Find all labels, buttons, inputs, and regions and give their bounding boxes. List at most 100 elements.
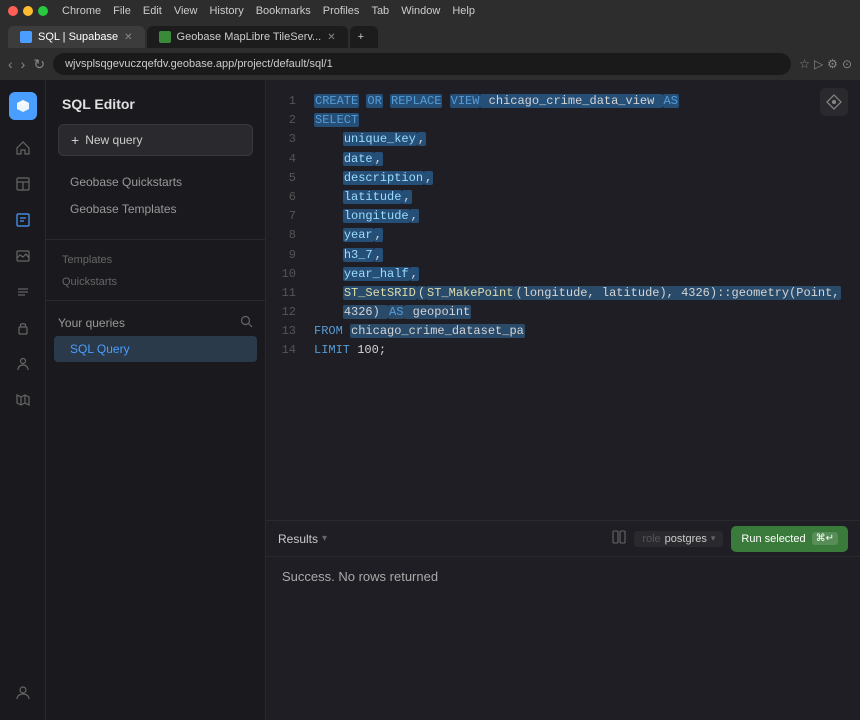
new-query-button[interactable]: + New query — [58, 124, 253, 156]
your-queries-row: Your queries — [46, 309, 265, 335]
app-container: SQL Editor + New query Geobase Quickstar… — [0, 80, 860, 720]
line-num-4: 4 — [289, 150, 296, 169]
columns-icon[interactable] — [612, 530, 626, 547]
quickstarts-group-label: Quickstarts — [46, 270, 265, 292]
chrome-titlebar: Chrome File Edit View History Bookmarks … — [0, 0, 860, 22]
address-bar-icons: ☆ ▷ ⚙ ⊙ — [799, 57, 852, 71]
chrome-menu-file[interactable]: File — [113, 5, 131, 17]
code-editor[interactable]: 1 2 3 4 5 6 7 8 9 10 11 12 13 14 CREATE … — [266, 80, 860, 520]
close-button[interactable] — [8, 6, 18, 16]
new-query-label: New query — [85, 133, 142, 147]
chrome-menu-edit[interactable]: Edit — [143, 5, 162, 17]
chrome-menu-profiles[interactable]: Profiles — [323, 5, 360, 17]
line-num-3: 3 — [289, 130, 296, 149]
list-rail-icon[interactable] — [7, 276, 39, 308]
lock-rail-icon[interactable] — [7, 312, 39, 344]
templates-group-label: Templates — [46, 248, 265, 270]
line-num-13: 13 — [282, 322, 296, 341]
line-num-8: 8 — [289, 226, 296, 245]
line-num-7: 7 — [289, 207, 296, 226]
window-controls[interactable] — [8, 6, 48, 16]
line-num-5: 5 — [289, 169, 296, 188]
home-rail-icon[interactable] — [7, 132, 39, 164]
sidebar: SQL Editor + New query Geobase Quickstar… — [46, 80, 266, 720]
bookmark-icon[interactable]: ☆ — [799, 57, 810, 71]
results-panel: Results ▾ role postgres ▾ Run selected — [266, 520, 860, 720]
minimize-button[interactable] — [23, 6, 33, 16]
chrome-menu-history[interactable]: History — [209, 5, 243, 17]
results-body: Success. No rows returned — [266, 557, 860, 720]
tab-bar: SQL | Supabase ✕ Geobase MapLibre TileSe… — [0, 22, 860, 48]
your-queries-label: Your queries — [58, 316, 236, 330]
chrome-menu-view[interactable]: View — [174, 5, 198, 17]
line-num-6: 6 — [289, 188, 296, 207]
line-num-11: 11 — [282, 284, 296, 303]
code-line-5: description, — [314, 169, 852, 188]
reload-button[interactable]: ↻ — [33, 56, 45, 73]
code-line-14: LIMIT 100; — [314, 341, 852, 360]
run-keyboard-shortcut: ⌘↵ — [812, 532, 838, 545]
search-icon[interactable] — [240, 315, 253, 331]
back-button[interactable]: ‹ — [8, 56, 13, 72]
image-rail-icon[interactable] — [7, 240, 39, 272]
code-line-3: unique_key, — [314, 130, 852, 149]
sidebar-item-sql-query[interactable]: SQL Query — [54, 336, 257, 362]
new-tab-icon: + — [358, 31, 364, 43]
extension-icon[interactable]: ⚙ — [827, 57, 838, 71]
cast-icon[interactable]: ▷ — [814, 57, 823, 71]
address-bar: ‹ › ↻ ☆ ▷ ⚙ ⊙ — [0, 48, 860, 80]
line-num-10: 10 — [282, 265, 296, 284]
user-bottom-rail-icon[interactable] — [7, 676, 39, 708]
map-rail-icon[interactable] — [7, 384, 39, 416]
logo-icon[interactable] — [9, 92, 37, 120]
icon-rail — [0, 80, 46, 720]
tab-favicon — [20, 31, 32, 43]
sql-rail-icon[interactable] — [7, 204, 39, 236]
forward-button[interactable]: › — [21, 56, 26, 72]
code-line-1: CREATE OR REPLACE VIEW chicago_crime_dat… — [314, 92, 852, 111]
role-dropdown-arrow: ▾ — [711, 533, 716, 544]
role-label: role — [642, 533, 660, 545]
results-tab-label: Results — [278, 532, 318, 546]
person-rail-icon[interactable] — [7, 348, 39, 380]
tab-close-1[interactable]: ✕ — [124, 32, 132, 43]
run-selected-button[interactable]: Run selected ⌘↵ — [731, 526, 848, 552]
code-line-10: year_half, — [314, 265, 852, 284]
success-message: Success. No rows returned — [282, 569, 438, 584]
line-num-1: 1 — [289, 92, 296, 111]
sidebar-title: SQL Editor — [46, 92, 265, 124]
sidebar-item-geobase-quickstarts[interactable]: Geobase Quickstarts — [54, 169, 257, 195]
line-num-14: 14 — [282, 341, 296, 360]
line-num-2: 2 — [289, 111, 296, 130]
chrome-menu: Chrome File Edit View History Bookmarks … — [62, 5, 475, 17]
results-tab[interactable]: Results ▾ — [278, 532, 327, 546]
sidebar-divider-2 — [46, 300, 265, 301]
tab-sql-editor[interactable]: SQL | Supabase ✕ — [8, 26, 145, 48]
sidebar-divider-1 — [46, 239, 265, 240]
tab-label-1: SQL | Supabase — [38, 31, 118, 43]
run-selected-label: Run selected — [741, 533, 805, 545]
chrome-menu-tab[interactable]: Tab — [371, 5, 389, 17]
role-badge[interactable]: role postgres ▾ — [634, 531, 723, 547]
table-rail-icon[interactable] — [7, 168, 39, 200]
code-content[interactable]: CREATE OR REPLACE VIEW chicago_crime_dat… — [306, 80, 860, 520]
tab-new[interactable]: + — [350, 26, 378, 48]
main-content: 1 2 3 4 5 6 7 8 9 10 11 12 13 14 CREATE … — [266, 80, 860, 720]
sidebar-shortcuts-section: Geobase Quickstarts Geobase Templates — [46, 168, 265, 223]
code-line-9: h3_7, — [314, 246, 852, 265]
chrome-menu-bookmarks[interactable]: Bookmarks — [256, 5, 311, 17]
profile-icon[interactable]: ⊙ — [842, 57, 852, 71]
diamond-icon[interactable] — [820, 88, 848, 116]
code-line-8: year, — [314, 226, 852, 245]
sidebar-item-geobase-templates[interactable]: Geobase Templates — [54, 196, 257, 222]
chrome-menu-window[interactable]: Window — [401, 5, 440, 17]
code-line-6: latitude, — [314, 188, 852, 207]
chrome-menu-chrome[interactable]: Chrome — [62, 5, 101, 17]
chrome-menu-help[interactable]: Help — [452, 5, 475, 17]
tab-close-2[interactable]: ✕ — [327, 32, 335, 43]
line-num-9: 9 — [289, 246, 296, 265]
plus-icon: + — [71, 132, 79, 148]
maximize-button[interactable] — [38, 6, 48, 16]
tab-geobase[interactable]: Geobase MapLibre TileServ... ✕ — [147, 26, 348, 48]
address-input[interactable] — [53, 53, 791, 75]
